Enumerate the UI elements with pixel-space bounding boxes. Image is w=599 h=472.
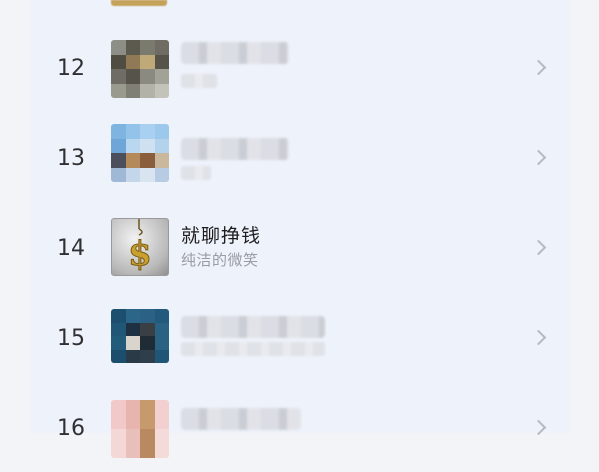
list-item[interactable]: 13 [30,112,569,202]
chevron-right-icon [530,239,547,256]
blurred-thumbnail-icon [111,40,169,98]
chevron-right-icon [530,59,547,76]
list-item[interactable]: 12 [30,22,569,112]
blurred-subtitle [181,166,211,180]
blurred-subtitle [181,74,217,88]
rank-number: 15 [57,326,85,351]
blurred-thumbnail-icon [111,400,169,458]
list-item[interactable]: 14 $ 就聊挣钱 纯洁的微笑 [30,202,569,292]
svg-text:$: $ [128,234,152,274]
dollar-sign-pendant-icon: $ [111,218,169,276]
blurred-title [181,42,289,64]
item-subtitle: 纯洁的微笑 [181,251,259,269]
blurred-thumbnail-icon [111,309,169,363]
blurred-title [181,408,301,430]
blurred-subtitle [181,342,325,356]
list-item[interactable]: 16 [30,382,569,472]
rank-number: 16 [57,416,85,441]
blurred-title [181,138,289,160]
list-item[interactable]: 15 [30,292,569,382]
rank-number: 14 [57,236,85,261]
blurred-thumbnail-icon [111,124,169,182]
partial-thumbnail [111,0,167,6]
rank-number: 13 [57,146,85,171]
rank-number: 12 [57,56,85,81]
chevron-right-icon [530,329,547,346]
blurred-title [181,316,325,338]
chevron-right-icon [530,149,547,166]
item-title: 就聊挣钱 [181,225,262,247]
